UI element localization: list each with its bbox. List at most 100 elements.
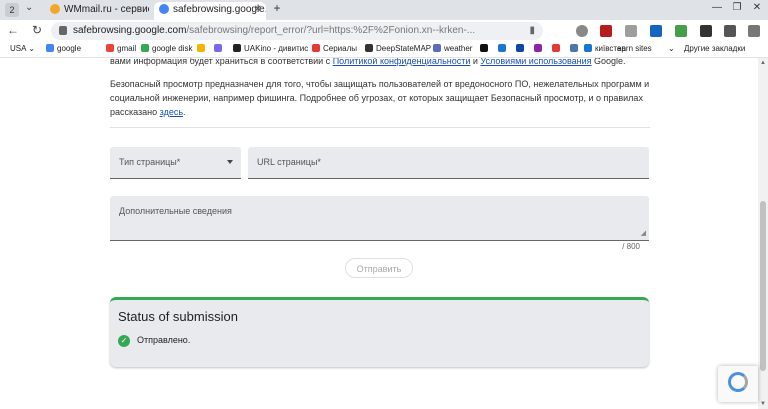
deepstate-icon (365, 44, 373, 52)
bookmark-icon-only[interactable] (480, 44, 491, 53)
bookmark-earn-sites-toggle[interactable]: ⌄ (668, 44, 675, 53)
gmail-icon (106, 44, 114, 52)
scrollbar[interactable]: ▲ ▼ (758, 58, 768, 409)
bookmark-serials[interactable]: Сериалы (312, 44, 357, 53)
bookmark-label: UAKino - дивитис (244, 44, 309, 53)
globe-extension-icon[interactable] (576, 25, 588, 37)
uakino-icon (233, 44, 241, 52)
weather-icon (433, 44, 441, 52)
bookmark-favicon-icon (516, 44, 524, 52)
bookmark-favicon-icon (498, 44, 506, 52)
check-circle-icon: ✓ (118, 335, 130, 347)
privacy-notice: вами информация будет храниться в соотве… (110, 58, 650, 68)
bookmark-label: earn sites (617, 44, 652, 53)
google-icon (46, 44, 54, 52)
maximize-button[interactable]: ❐ (730, 2, 744, 13)
recaptcha-icon (728, 372, 748, 392)
bookmark-usa[interactable]: USA ⌄ (10, 44, 35, 53)
char-counter: / 800 (622, 242, 640, 251)
bookmark-favicon-icon (214, 44, 222, 52)
bookmark-google-disk[interactable]: google disk (141, 44, 192, 53)
bookmark-favicon-icon (197, 44, 205, 52)
bookmark-uakino[interactable]: UAKino - дивитис (233, 44, 308, 53)
recaptcha-badge[interactable] (718, 366, 758, 402)
bookmark-label: google disk (152, 44, 193, 53)
extensions-puzzle-icon[interactable] (724, 25, 736, 37)
status-message: Отправлено. (137, 335, 191, 345)
lock-icon[interactable] (59, 26, 67, 35)
bookmark-label: Сериалы (323, 44, 358, 53)
bookmark-label: USA (10, 44, 27, 53)
close-tab-icon[interactable]: ✕ (254, 2, 262, 18)
description-text: Безопасный просмотр предназначен для тог… (110, 79, 650, 117)
back-button[interactable]: ← (6, 23, 20, 37)
divider (110, 127, 650, 128)
tab-count[interactable]: 2 (5, 3, 19, 17)
tab-wmmail[interactable]: WMmail.ru - сервис почт (45, 2, 149, 20)
terms-link[interactable]: Условиями использования (480, 58, 591, 66)
new-tab-button[interactable]: + (270, 2, 284, 16)
bookmark-favicon-icon (552, 44, 560, 52)
other-bookmarks[interactable]: Другие закладки (684, 44, 745, 53)
serials-icon (312, 44, 320, 52)
bookmark-earn-sites[interactable]: earn sites (617, 44, 652, 53)
description-text: . (183, 107, 186, 117)
page-type-select[interactable]: Тип страницы* (110, 147, 241, 179)
bookmark-icon[interactable]: ▮ (529, 25, 535, 36)
details-label: Дополнительные сведения (119, 206, 232, 216)
kyivstar-icon (584, 44, 592, 52)
url-host: safebrowsing.google.com (73, 25, 187, 36)
dropdown-arrow-icon (227, 160, 233, 164)
wmmail-favicon-icon (50, 4, 60, 15)
tab-list-dropdown-icon[interactable]: ⌄ (25, 2, 33, 13)
safebrowsing-description: Безопасный просмотр предназначен для тог… (110, 77, 650, 119)
drive-icon (141, 44, 149, 52)
tab-bar: 2 ⌄ WMmail.ru - сервис почт safebrowsing… (0, 0, 768, 20)
bookmark-favicon-icon (480, 44, 488, 52)
page-content: вами информация будет храниться в соотве… (0, 58, 768, 409)
bookmark-icon-only[interactable] (498, 44, 509, 53)
notice-text: и (470, 58, 481, 66)
bookmark-label: weather (444, 44, 473, 53)
bookmark-favicon-icon (534, 44, 542, 52)
resize-handle-icon[interactable]: ◢ (641, 229, 646, 237)
privacy-policy-link[interactable]: Политикой конфиденциальности (333, 58, 471, 66)
url-text: safebrowsing.google.com/safebrowsing/rep… (73, 25, 513, 36)
download-icon[interactable] (675, 25, 687, 37)
scroll-up-icon[interactable]: ▲ (760, 60, 766, 66)
bookmark-icon-only[interactable] (214, 44, 225, 53)
toolbar: ← ↻ safebrowsing.google.com/safebrowsing… (0, 20, 768, 42)
other-bookmarks-label: Другие закладки (684, 44, 746, 53)
reload-button[interactable]: ↻ (30, 23, 44, 37)
url-path: /safebrowsing/report_error/?url=https:%2… (186, 25, 476, 36)
close-window-button[interactable]: ✕ (750, 2, 764, 13)
scrollbar-thumb[interactable] (760, 201, 766, 371)
bookmark-label: google (57, 44, 82, 53)
bookmark-icon-only[interactable] (516, 44, 527, 53)
bookmark-google[interactable]: google (46, 44, 81, 53)
bookmark-icon-only[interactable] (552, 44, 563, 53)
tab-label: safebrowsing.google.co (173, 4, 266, 15)
scroll-down-icon[interactable]: ▼ (760, 401, 766, 407)
bookmark-label: gmail (117, 44, 137, 53)
minimize-button[interactable]: — (710, 2, 724, 13)
bookmark-icon-only[interactable] (197, 44, 208, 53)
page-url-input[interactable]: URL страницы* (248, 147, 649, 179)
details-textarea[interactable]: Дополнительные сведения ◢ (110, 196, 649, 241)
menu-icon[interactable] (748, 25, 760, 37)
bookmark-deepstatemap[interactable]: DeepStateMAP (365, 44, 431, 53)
bookmark-icon-only[interactable] (534, 44, 545, 53)
ublock-extension-icon[interactable] (600, 25, 612, 37)
address-bar[interactable]: safebrowsing.google.com/safebrowsing/rep… (51, 22, 543, 40)
submit-button[interactable]: Отправить (345, 258, 413, 278)
page-url-label: URL страницы* (257, 157, 321, 167)
extension-icon[interactable] (625, 25, 637, 37)
bookmark-weather[interactable]: weather (433, 44, 472, 53)
extension-icon[interactable] (650, 25, 662, 37)
bookmark-gmail[interactable]: gmail (106, 44, 136, 53)
notice-text: Google. (591, 58, 626, 66)
here-link[interactable]: здесь (160, 107, 183, 117)
extension-icon[interactable] (700, 25, 712, 37)
tab-safebrowsing[interactable]: safebrowsing.google.co ✕ (154, 2, 266, 20)
google-favicon-icon (159, 4, 169, 15)
